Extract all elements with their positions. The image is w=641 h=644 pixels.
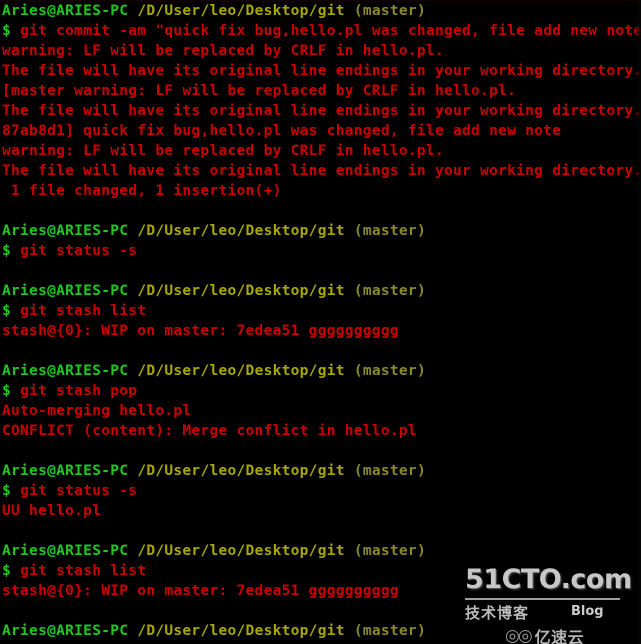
terminal-command-line[interactable]: $ git commit -am "quick fix bug,hello.pl… bbox=[2, 21, 641, 41]
prompt-branch: (master) bbox=[353, 463, 426, 479]
prompt-branch: (master) bbox=[353, 3, 426, 19]
terminal-screen[interactable]: Aries@ARIES-PC /D/User/leo/Desktop/git (… bbox=[2, 1, 641, 644]
prompt-path: /D/User/leo/Desktop/git bbox=[137, 623, 345, 639]
prompt-symbol: $ bbox=[2, 23, 12, 39]
terminal-prompt-line: Aries@ARIES-PC /D/User/leo/Desktop/git (… bbox=[2, 541, 641, 561]
prompt-branch: (master) bbox=[353, 363, 426, 379]
output-text: 87ab8d1] quick fix bug,hello.pl was chan… bbox=[2, 123, 562, 139]
prompt-symbol: $ bbox=[2, 303, 12, 319]
prompt-user: Aries@ARIES-PC bbox=[2, 3, 129, 19]
output-text: [master warning: LF will be replaced by … bbox=[2, 83, 517, 99]
terminal-output-line: [master warning: LF will be replaced by … bbox=[2, 81, 641, 101]
terminal-output-line: stash@{0}: WIP on master: 7edea51 gggggg… bbox=[2, 581, 641, 601]
terminal-output-line: UU hello.pl bbox=[2, 501, 641, 521]
terminal-output-line: Auto-merging hello.pl bbox=[2, 401, 641, 421]
prompt-path: /D/User/leo/Desktop/git bbox=[137, 223, 345, 239]
prompt-symbol: $ bbox=[2, 483, 12, 499]
command-text: git status -s bbox=[20, 243, 138, 259]
terminal-command-line[interactable]: $ git stash list bbox=[2, 561, 641, 581]
terminal-prompt-line: Aries@ARIES-PC /D/User/leo/Desktop/git (… bbox=[2, 221, 641, 241]
output-text: UU hello.pl bbox=[2, 503, 102, 519]
terminal-window[interactable]: Aries@ARIES-PC /D/User/leo/Desktop/git (… bbox=[0, 0, 641, 644]
prompt-path: /D/User/leo/Desktop/git bbox=[137, 283, 345, 299]
prompt-branch: (master) bbox=[353, 283, 426, 299]
prompt-branch: (master) bbox=[353, 543, 426, 559]
output-text: 1 file changed, 1 insertion(+) bbox=[2, 183, 282, 199]
prompt-path: /D/User/leo/Desktop/git bbox=[137, 463, 345, 479]
output-text: stash@{0}: WIP on master: 7edea51 gggggg… bbox=[2, 323, 399, 339]
terminal-prompt-line: Aries@ARIES-PC /D/User/leo/Desktop/git (… bbox=[2, 361, 641, 381]
prompt-path: /D/User/leo/Desktop/git bbox=[137, 363, 345, 379]
prompt-symbol: $ bbox=[2, 383, 12, 399]
terminal-prompt-line: Aries@ARIES-PC /D/User/leo/Desktop/git (… bbox=[2, 621, 641, 641]
prompt-symbol: $ bbox=[2, 563, 12, 579]
prompt-symbol: $ bbox=[2, 243, 12, 259]
command-text: git status -s bbox=[20, 483, 138, 499]
terminal-output-line: CONFLICT (content): Merge conflict in he… bbox=[2, 421, 641, 441]
prompt-branch: (master) bbox=[353, 223, 426, 239]
output-text: The file will have its original line end… bbox=[2, 63, 641, 79]
prompt-user: Aries@ARIES-PC bbox=[2, 463, 129, 479]
command-text: git commit -am "quick fix bug,hello.pl w… bbox=[20, 23, 641, 39]
prompt-user: Aries@ARIES-PC bbox=[2, 623, 129, 639]
prompt-path: /D/User/leo/Desktop/git bbox=[137, 3, 345, 19]
prompt-path: /D/User/leo/Desktop/git bbox=[137, 543, 345, 559]
terminal-command-line[interactable]: $ git stash list bbox=[2, 301, 641, 321]
terminal-command-line[interactable]: $ git status -s bbox=[2, 241, 641, 261]
terminal-output-line: 1 file changed, 1 insertion(+) bbox=[2, 181, 641, 201]
terminal-output-line: stash@{0}: WIP on master: 7edea51 gggggg… bbox=[2, 321, 641, 341]
output-text: stash@{0}: WIP on master: 7edea51 gggggg… bbox=[2, 583, 399, 599]
terminal-prompt-line: Aries@ARIES-PC /D/User/leo/Desktop/git (… bbox=[2, 1, 641, 21]
output-text: warning: LF will be replaced by CRLF in … bbox=[2, 43, 444, 59]
prompt-user: Aries@ARIES-PC bbox=[2, 223, 129, 239]
terminal-output-line: 87ab8d1] quick fix bug,hello.pl was chan… bbox=[2, 121, 641, 141]
prompt-branch: (master) bbox=[353, 623, 426, 639]
output-text: Auto-merging hello.pl bbox=[2, 403, 192, 419]
terminal-command-line[interactable]: $ git status -s bbox=[2, 481, 641, 501]
terminal-command-line[interactable]: $ git stash pop bbox=[2, 381, 641, 401]
prompt-user: Aries@ARIES-PC bbox=[2, 283, 129, 299]
command-text: git stash list bbox=[20, 303, 147, 319]
command-text: git stash list bbox=[20, 563, 147, 579]
terminal-output-line: The file will have its original line end… bbox=[2, 101, 641, 121]
terminal-prompt-line: Aries@ARIES-PC /D/User/leo/Desktop/git (… bbox=[2, 281, 641, 301]
command-text: git stash pop bbox=[20, 383, 138, 399]
output-text: warning: LF will be replaced by CRLF in … bbox=[2, 143, 444, 159]
output-text: The file will have its original line end… bbox=[2, 103, 641, 119]
prompt-user: Aries@ARIES-PC bbox=[2, 543, 129, 559]
terminal-prompt-line: Aries@ARIES-PC /D/User/leo/Desktop/git (… bbox=[2, 461, 641, 481]
output-text: CONFLICT (content): Merge conflict in he… bbox=[2, 423, 417, 439]
terminal-output-line: The file will have its original line end… bbox=[2, 61, 641, 81]
terminal-output-line: The file will have its original line end… bbox=[2, 161, 641, 181]
output-text: The file will have its original line end… bbox=[2, 163, 641, 179]
prompt-user: Aries@ARIES-PC bbox=[2, 363, 129, 379]
terminal-output-line: warning: LF will be replaced by CRLF in … bbox=[2, 41, 641, 61]
terminal-output-line: warning: LF will be replaced by CRLF in … bbox=[2, 141, 641, 161]
